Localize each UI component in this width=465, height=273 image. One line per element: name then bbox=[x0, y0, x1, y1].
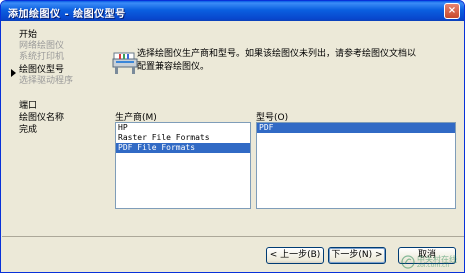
manufacturer-item-selected[interactable]: PDF File Formats bbox=[116, 143, 250, 153]
intro-line-2: 配置兼容绘图仪。 bbox=[137, 62, 210, 72]
step-system-printer: 系统打印机 bbox=[19, 52, 65, 62]
step-plotter-name: 绘图仪名称 bbox=[19, 113, 65, 123]
manufacturer-item[interactable]: Raster File Formats bbox=[116, 133, 250, 143]
watermark-logo: 中关村在线 zol.com.cn bbox=[401, 253, 463, 271]
step-start: 开始 bbox=[19, 30, 38, 40]
intro-line-1: 选择绘图仪生产商和型号。如果该绘图仪未列出，请参考绘图仪文档以 bbox=[137, 49, 417, 59]
manufacturer-item[interactable]: HP bbox=[116, 123, 250, 133]
button-bar: < 上一步(B) 下一步(N) > 取消 中关村在线 zol.com.cn bbox=[2, 236, 464, 272]
add-plotter-dialog: 添加绘图仪 - 绘图仪型号 × 开始 网络绘图仪 系统打印机 绘图仪型号 选择驱… bbox=[0, 0, 465, 273]
model-list[interactable]: PDF bbox=[256, 122, 456, 209]
back-button[interactable]: < 上一步(B) bbox=[266, 247, 324, 264]
close-icon[interactable]: × bbox=[444, 3, 460, 19]
step-plotter-model: 绘图仪型号 bbox=[19, 65, 65, 75]
plotter-icon bbox=[112, 52, 138, 74]
wizard-steps: 开始 网络绘图仪 系统打印机 绘图仪型号 选择驱动程序 端口 绘图仪名称 完成 bbox=[2, 21, 107, 236]
manufacturer-list[interactable]: HP Raster File Formats PDF File Formats bbox=[115, 122, 251, 209]
step-finish: 完成 bbox=[19, 125, 38, 135]
intro-text: 选择绘图仪生产商和型号。如果该绘图仪未列出，请参考绘图仪文档以 配置兼容绘图仪。 bbox=[137, 48, 462, 74]
title-bar[interactable]: 添加绘图仪 - 绘图仪型号 × bbox=[1, 1, 464, 21]
watermark-sub: zol.com.cn bbox=[417, 262, 450, 269]
step-network-plotter: 网络绘图仪 bbox=[19, 41, 65, 51]
step-select-driver: 选择驱动程序 bbox=[19, 76, 74, 86]
window-title: 添加绘图仪 - 绘图仪型号 bbox=[8, 9, 126, 20]
current-step-arrow-icon bbox=[11, 69, 16, 77]
wizard-content: 选择绘图仪生产商和型号。如果该绘图仪未列出，请参考绘图仪文档以 配置兼容绘图仪。… bbox=[107, 21, 464, 236]
model-item-selected[interactable]: PDF bbox=[257, 123, 455, 133]
next-button[interactable]: 下一步(N) > bbox=[328, 247, 386, 264]
watermark-leaf-icon bbox=[401, 255, 415, 269]
step-port: 端口 bbox=[19, 101, 38, 111]
